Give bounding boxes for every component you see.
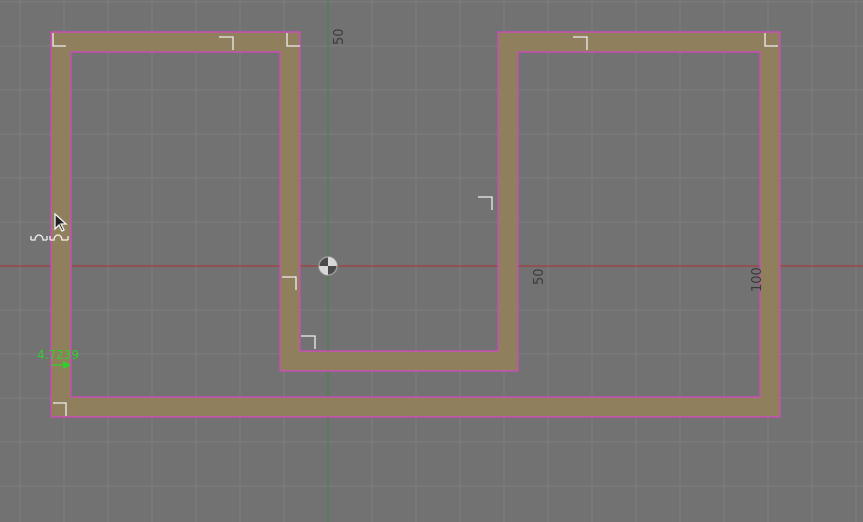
corner-marker[interactable] (478, 196, 493, 210)
sketch-viewport[interactable]: 50 50 100 4.7239 (0, 0, 863, 522)
corner-marker[interactable] (301, 335, 316, 349)
x-axis-label-50: 50 (532, 268, 547, 285)
sketch-canvas[interactable]: 50 50 100 4.7239 (0, 0, 863, 522)
x-axis-label-100: 100 (750, 267, 765, 292)
grid (0, 0, 863, 522)
y-axis-label-50: 50 (332, 28, 347, 45)
origin-icon[interactable] (318, 256, 338, 276)
dimension-value: 4.7239 (37, 348, 79, 362)
